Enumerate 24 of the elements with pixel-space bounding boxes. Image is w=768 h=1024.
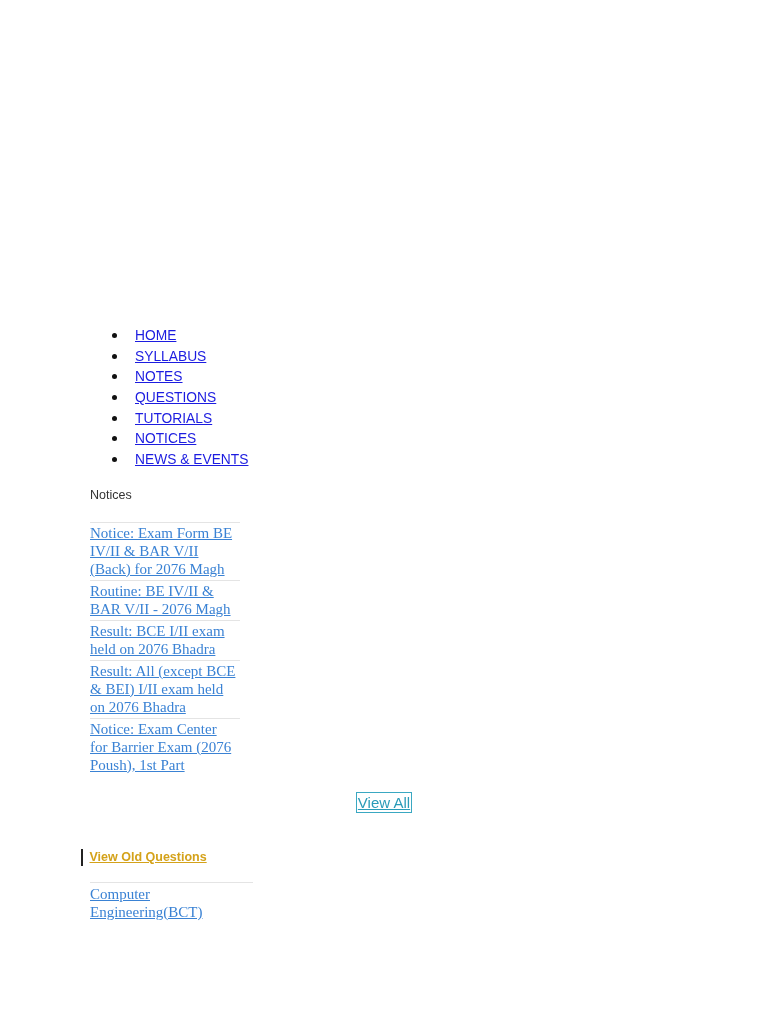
bullet-icon xyxy=(112,394,117,400)
nav-link[interactable]: QUESTIONS xyxy=(135,389,217,405)
bullet-icon xyxy=(112,374,117,380)
department-link[interactable]: Computer Engineering(BCT) xyxy=(90,884,215,921)
notices-heading: Notices xyxy=(90,487,132,504)
text-cursor-icon xyxy=(81,848,83,866)
notice-link[interactable]: Notice: Exam Form BE IV/II & BAR V/II (Back) for 2076 Magh xyxy=(90,523,237,578)
notice-link[interactable]: Notice: Exam Center for Barrier Exam (2076 Poush), 1st Part xyxy=(90,719,237,774)
bullet-icon xyxy=(112,456,117,462)
nav-link[interactable]: TUTORIALS xyxy=(135,410,213,426)
view-all-button[interactable]: View All xyxy=(355,791,413,813)
bullet-icon xyxy=(112,436,117,442)
nav-link[interactable]: HOME xyxy=(135,327,177,343)
nav-link[interactable]: NOTICES xyxy=(135,431,197,447)
notice-link[interactable]: Result: BCE I/II exam held on 2076 Bhadra xyxy=(90,621,237,658)
notice-link[interactable]: Result: All (except BCE & BEI) I/II exam held on 2076 Bhadra xyxy=(90,661,237,716)
bullet-icon xyxy=(112,332,117,338)
view-old-questions-link[interactable]: View Old Questions xyxy=(89,850,207,865)
bullet-icon xyxy=(112,415,117,421)
nav-link[interactable]: SYLLABUS xyxy=(135,348,207,364)
nav-link[interactable]: NEWS & EVENTS xyxy=(135,451,249,467)
nav-link[interactable]: NOTES xyxy=(135,369,183,385)
bullet-icon xyxy=(112,353,117,359)
notice-link[interactable]: Routine: BE IV/II & BAR V/II - 2076 Magh xyxy=(90,581,237,618)
